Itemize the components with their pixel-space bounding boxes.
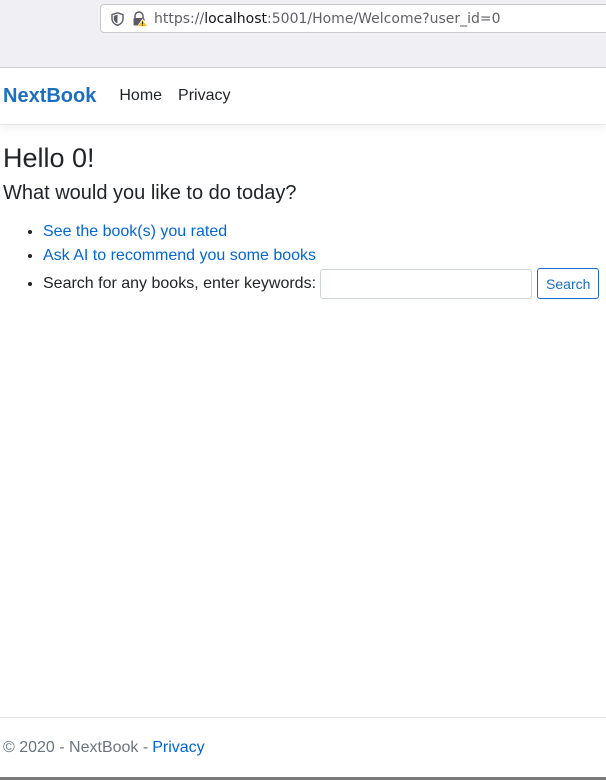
list-item: Ask AI to recommend you some books xyxy=(43,244,603,268)
search-label: Search for any books, enter keywords: xyxy=(43,274,317,292)
footer-privacy-link[interactable]: Privacy xyxy=(152,739,204,757)
question-heading: What would you like to do today? xyxy=(3,182,297,204)
rated-books-link[interactable]: See the book(s) you rated xyxy=(43,223,227,240)
nav-link-home[interactable]: Home xyxy=(119,87,162,105)
footer-copyright: © 2020 - NextBook - xyxy=(3,739,149,756)
site-navbar: NextBook Home Privacy xyxy=(0,68,606,125)
nav-link-privacy[interactable]: Privacy xyxy=(178,87,230,105)
url-path: :5001/Home/Welcome?user_id=0 xyxy=(267,10,501,27)
insecure-lock-icon[interactable] xyxy=(132,10,148,27)
brand-link[interactable]: NextBook xyxy=(3,85,96,108)
list-item: See the book(s) you rated xyxy=(43,220,603,244)
url-scheme: https:// xyxy=(154,10,205,27)
url-text[interactable]: https://localhost:5001/Home/Welcome?user… xyxy=(154,11,501,27)
greeting-heading: Hello 0! xyxy=(3,143,95,173)
ai-recommend-link[interactable]: Ask AI to recommend you some books xyxy=(43,247,316,264)
site-footer: © 2020 - NextBook - Privacy xyxy=(0,717,606,778)
search-form: Search for any books, enter keywords: Se… xyxy=(43,268,600,299)
search-input[interactable] xyxy=(320,268,533,299)
browser-toolbar: https://localhost:5001/Home/Welcome?user… xyxy=(0,0,606,68)
list-item: Search for any books, enter keywords: Se… xyxy=(43,268,603,299)
action-list: See the book(s) you rated Ask AI to reco… xyxy=(3,220,603,299)
search-button[interactable]: Search xyxy=(537,268,600,299)
main-content: Hello 0! What would you like to do today… xyxy=(3,140,603,299)
url-host: localhost xyxy=(204,10,268,27)
shield-icon[interactable] xyxy=(110,11,124,26)
address-bar[interactable]: https://localhost:5001/Home/Welcome?user… xyxy=(100,4,606,33)
